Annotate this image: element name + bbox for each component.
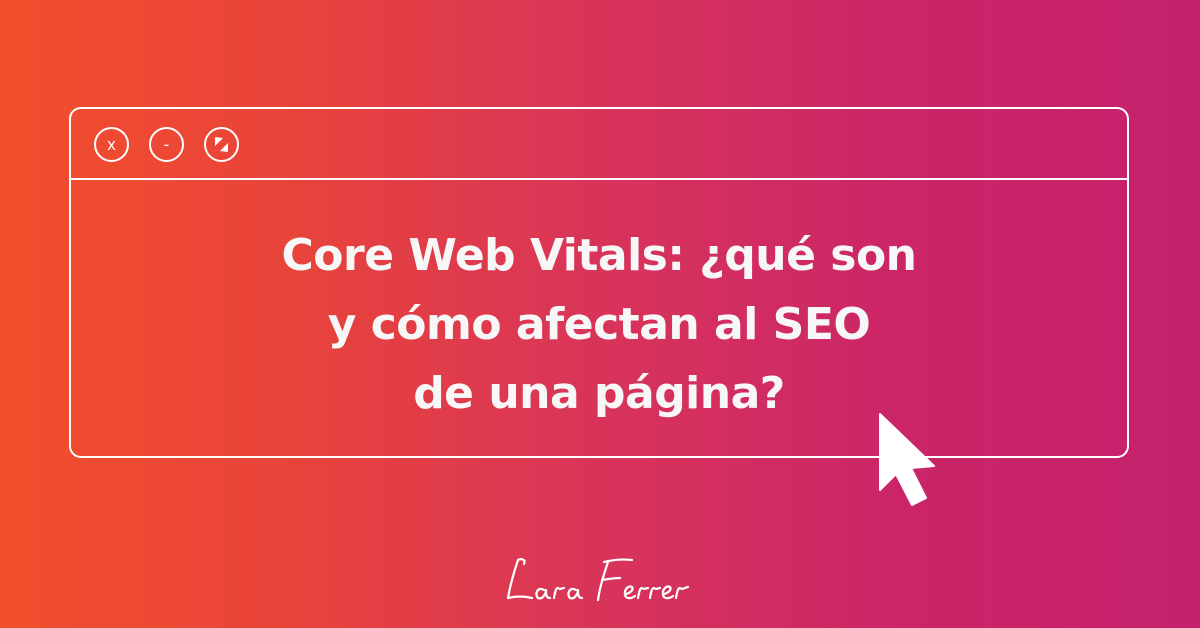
expand-arrows-icon xyxy=(215,137,228,152)
headline-line-3: de una página? xyxy=(413,368,785,419)
signature-script xyxy=(506,558,690,602)
close-label: x xyxy=(107,134,116,154)
banner-background: x - Core Web Vitals: ¿qué son y cómo afe… xyxy=(0,0,1200,628)
headline: Core Web Vitals: ¿qué son y cómo afectan… xyxy=(71,221,1127,428)
headline-line-2: y cómo afectan al SEO xyxy=(327,299,871,350)
browser-window-frame: x - Core Web Vitals: ¿qué son y cómo afe… xyxy=(69,107,1129,458)
maximize-button[interactable] xyxy=(204,127,239,162)
mouse-pointer-icon xyxy=(879,413,935,506)
headline-line-1: Core Web Vitals: ¿qué son xyxy=(281,230,917,281)
minimize-label: - xyxy=(163,134,170,154)
minimize-button[interactable]: - xyxy=(149,127,184,162)
close-button[interactable]: x xyxy=(94,127,129,162)
signature-logo xyxy=(0,552,1200,610)
window-titlebar: x - xyxy=(71,109,1127,180)
